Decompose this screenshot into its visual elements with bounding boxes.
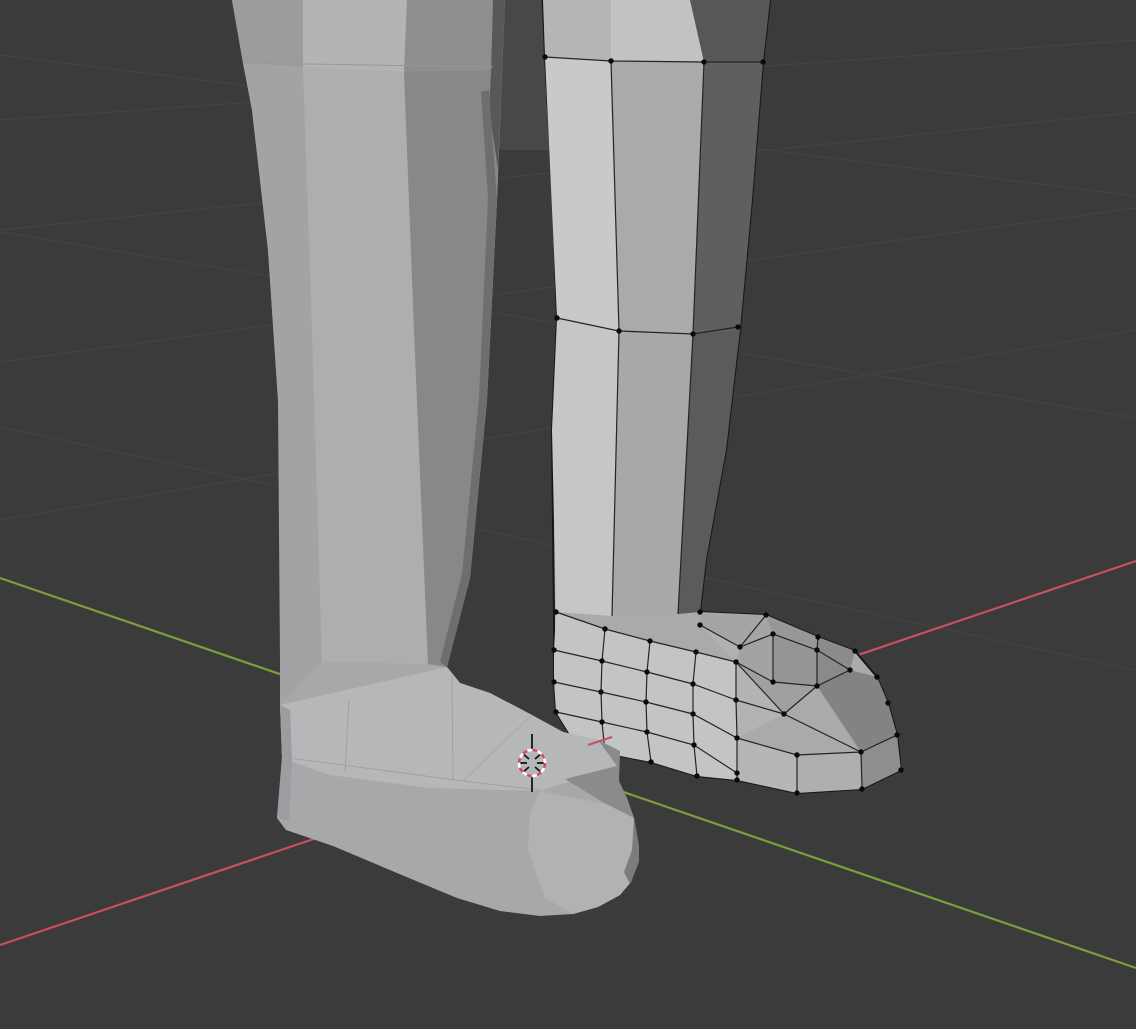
mesh-vertex[interactable] xyxy=(847,667,852,672)
mesh-vertex[interactable] xyxy=(781,711,786,716)
mesh-vertex[interactable] xyxy=(815,634,820,639)
mesh-vertex[interactable] xyxy=(551,647,556,652)
mesh-vertex[interactable] xyxy=(734,770,739,775)
mesh-vertex[interactable] xyxy=(858,749,863,754)
left-leg-object-shape xyxy=(404,0,493,72)
right-leg-mesh-edit-shape xyxy=(611,61,704,334)
mesh-vertex[interactable] xyxy=(894,732,899,737)
mesh-vertex[interactable] xyxy=(690,331,695,336)
mesh-vertex[interactable] xyxy=(648,759,653,764)
mesh-vertex[interactable] xyxy=(859,786,864,791)
right-leg-mesh-edit-shape xyxy=(543,0,611,61)
mesh-vertex[interactable] xyxy=(733,697,738,702)
between-legs-shadow xyxy=(497,0,549,150)
mesh-vertex[interactable] xyxy=(770,679,775,684)
right-leg-mesh-edit-shape xyxy=(797,752,862,793)
right-leg-mesh-edit-shape xyxy=(611,0,704,62)
mesh-vertex[interactable] xyxy=(694,773,699,778)
viewport-canvas[interactable] xyxy=(0,0,1136,1029)
mesh-vertex[interactable] xyxy=(691,742,696,747)
mesh-vertex[interactable] xyxy=(608,58,613,63)
mesh-vertex[interactable] xyxy=(763,612,768,617)
mesh-vertex[interactable] xyxy=(553,709,558,714)
mesh-vertex[interactable] xyxy=(693,649,698,654)
mesh-vertex[interactable] xyxy=(814,647,819,652)
mesh-vertex[interactable] xyxy=(697,609,702,614)
mesh-vertex[interactable] xyxy=(898,767,903,772)
mesh-vertex[interactable] xyxy=(690,711,695,716)
mesh-vertex[interactable] xyxy=(644,669,649,674)
mesh-vertex[interactable] xyxy=(599,719,604,724)
right-leg-mesh-edit-shape xyxy=(545,57,619,331)
mesh-vertex[interactable] xyxy=(794,790,799,795)
mesh-vertex[interactable] xyxy=(735,324,740,329)
left-leg-object-shape xyxy=(232,0,303,67)
mesh-vertex[interactable] xyxy=(734,735,739,740)
mesh-vertex[interactable] xyxy=(874,674,879,679)
between-legs-shadow-shape xyxy=(497,0,549,150)
mesh-vertex[interactable] xyxy=(542,54,547,59)
mesh-vertex[interactable] xyxy=(737,644,742,649)
mesh-vertex[interactable] xyxy=(553,609,558,614)
mesh-vertex[interactable] xyxy=(647,638,652,643)
right-leg-mesh-edit-shape xyxy=(552,318,619,616)
right-leg-mesh-edit-shape xyxy=(690,0,770,62)
mesh-vertex[interactable] xyxy=(733,659,738,664)
mesh-vertex[interactable] xyxy=(554,315,559,320)
mesh-vertex[interactable] xyxy=(770,631,775,636)
mesh-vertex[interactable] xyxy=(599,658,604,663)
mesh-vertex[interactable] xyxy=(760,59,765,64)
mesh-vertex[interactable] xyxy=(616,328,621,333)
mesh-vertex[interactable] xyxy=(602,626,607,631)
mesh-vertex[interactable] xyxy=(734,777,739,782)
mesh-vertex[interactable] xyxy=(701,59,706,64)
mesh-vertex[interactable] xyxy=(885,700,890,705)
mesh-vertex[interactable] xyxy=(852,648,857,653)
blender-3d-viewport[interactable] xyxy=(0,0,1136,1029)
mesh-vertex[interactable] xyxy=(598,689,603,694)
mesh-vertex[interactable] xyxy=(814,683,819,688)
mesh-vertex[interactable] xyxy=(697,622,702,627)
mesh-vertex[interactable] xyxy=(690,681,695,686)
left-leg-object-shape xyxy=(303,0,407,72)
mesh-vertex[interactable] xyxy=(794,752,799,757)
mesh-vertex[interactable] xyxy=(644,729,649,734)
mesh-vertex[interactable] xyxy=(643,699,648,704)
mesh-vertex[interactable] xyxy=(551,679,556,684)
